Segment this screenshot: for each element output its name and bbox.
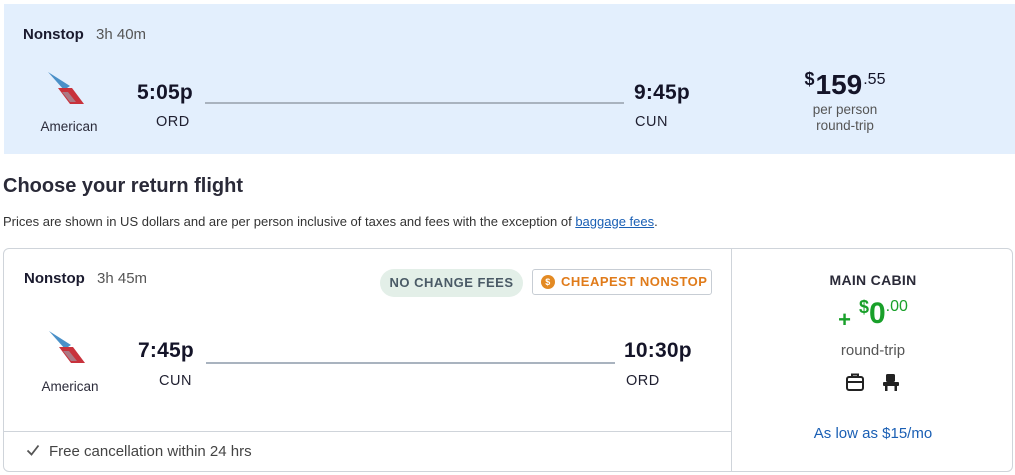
outbound-depart-time: 5:05p	[137, 81, 193, 104]
return-depart-time: 7:45p	[138, 339, 194, 362]
return-duration: 3h 45m	[97, 270, 148, 287]
outbound-arrive-code: CUN	[635, 114, 668, 130]
return-stops: Nonstop	[24, 270, 85, 287]
checkmark-icon	[26, 443, 40, 461]
outbound-price-currency: $	[804, 69, 815, 89]
outbound-price-dollars: 159	[815, 69, 863, 100]
no-change-fees-badge: NO CHANGE FEES	[380, 269, 523, 297]
return-depart-code: CUN	[159, 373, 192, 389]
cheapest-nonstop-badge: $ CHEAPEST NONSTOP	[532, 269, 712, 295]
outbound-header: Nonstop 3h 40m	[23, 26, 146, 43]
fare-price: + $0.00	[732, 297, 1014, 333]
return-arrive-time: 10:30p	[624, 339, 692, 362]
outbound-depart-code: ORD	[156, 114, 190, 130]
outbound-arrive-time: 9:45p	[634, 81, 690, 104]
american-airlines-logo-icon	[44, 70, 88, 110]
fare-plus: +	[838, 307, 851, 332]
return-airline-name: American	[41, 379, 99, 394]
outbound-airline-name: American	[40, 119, 98, 134]
american-airlines-logo-icon	[45, 329, 89, 369]
card-footer: Free cancellation within 24 hrs	[4, 431, 732, 472]
outbound-price-cents: .55	[863, 71, 886, 88]
fare-cabin-label: MAIN CABIN	[829, 272, 917, 288]
fare-trip-type: round-trip	[840, 342, 906, 359]
return-flight-details[interactable]: Nonstop 3h 45m NO CHANGE FEES $ CHEAPEST…	[4, 249, 732, 431]
disclaimer-text: Prices are shown in US dollars and are p…	[3, 214, 576, 229]
main-cabin-fare[interactable]: MAIN CABIN + $0.00 round-trip As low as $…	[732, 249, 1014, 471]
dollar-coin-icon: $	[541, 275, 555, 289]
outbound-price-per-person: per person	[812, 102, 878, 117]
selected-outbound-flight[interactable]: Nonstop 3h 40m American 5:05p ORD 9:45p …	[4, 4, 1015, 154]
return-route-line	[206, 362, 615, 364]
outbound-duration: 3h 40m	[96, 26, 147, 43]
cheapest-nonstop-label: CHEAPEST NONSTOP	[561, 274, 708, 289]
financing-link[interactable]: As low as $15/mo	[732, 425, 1014, 442]
outbound-route-line	[205, 102, 624, 104]
free-cancellation-text: Free cancellation within 24 hrs	[49, 443, 252, 460]
fare-currency: $	[858, 297, 869, 317]
outbound-price-round-trip: round-trip	[816, 118, 874, 133]
fare-amenities	[732, 372, 1014, 394]
disclaimer-end: .	[654, 214, 658, 229]
outbound-price: $159.55 per person round-trip	[775, 62, 915, 134]
fare-cents: .00	[885, 298, 908, 315]
return-header: Nonstop 3h 45m	[24, 270, 147, 287]
seat-icon	[883, 374, 900, 391]
return-arrive-code: ORD	[626, 373, 660, 389]
outbound-stops: Nonstop	[23, 26, 84, 43]
carry-on-bag-icon	[845, 373, 864, 391]
return-flight-card[interactable]: Nonstop 3h 45m NO CHANGE FEES $ CHEAPEST…	[3, 248, 1013, 472]
baggage-fees-link[interactable]: baggage fees	[575, 214, 654, 229]
price-disclaimer: Prices are shown in US dollars and are p…	[3, 214, 658, 229]
fare-dollars: 0	[868, 297, 886, 330]
section-title: Choose your return flight	[3, 175, 243, 197]
